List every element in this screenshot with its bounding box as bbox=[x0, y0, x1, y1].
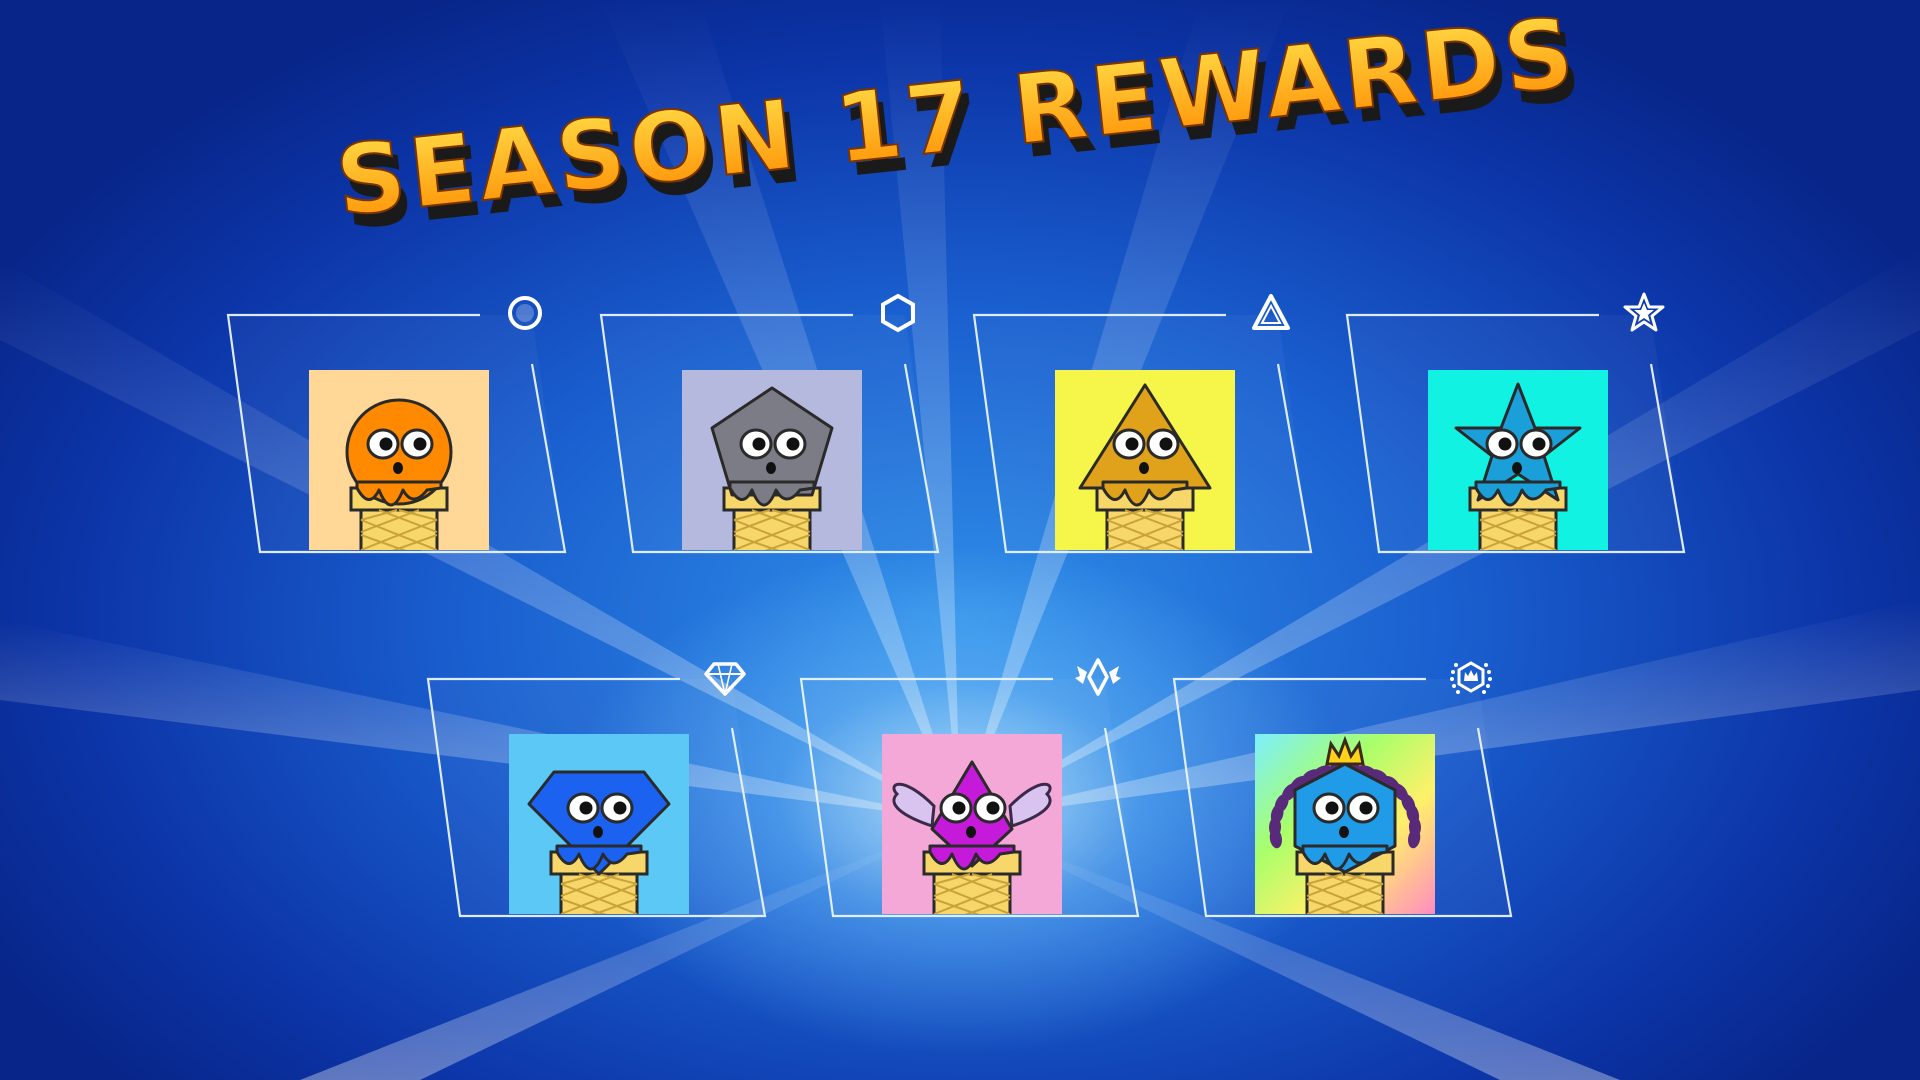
diamond-tier-icon bbox=[702, 654, 748, 700]
reward-avatar-portrait bbox=[882, 734, 1062, 914]
reward-avatar-portrait bbox=[509, 734, 689, 914]
reward-card-star[interactable] bbox=[1339, 292, 1719, 622]
season-title-text: SEASON 17 REWARDS bbox=[331, 0, 1583, 238]
hexagon-tier-icon bbox=[875, 290, 921, 336]
reward-card-diamond[interactable] bbox=[420, 662, 800, 986]
winged-diamond-tier-icon bbox=[1075, 654, 1121, 700]
crown-laurel-tier-icon bbox=[1448, 654, 1494, 700]
reward-avatar-portrait bbox=[1055, 370, 1235, 550]
triangle-tier-icon bbox=[1248, 290, 1294, 336]
reward-avatar-portrait bbox=[682, 370, 862, 550]
season-title: SEASON 17 REWARDS SEASON 17 REWARDS bbox=[0, 0, 1920, 280]
reward-avatar-portrait bbox=[1255, 734, 1435, 914]
reward-avatar-portrait bbox=[309, 370, 489, 550]
reward-avatar-portrait bbox=[1428, 370, 1608, 550]
reward-card-triangle[interactable] bbox=[966, 294, 1346, 622]
reward-card-hexagon[interactable] bbox=[593, 293, 973, 622]
reward-card-circle[interactable] bbox=[220, 296, 600, 622]
reward-card-winged-diamond[interactable] bbox=[793, 658, 1173, 986]
star-tier-icon bbox=[1621, 290, 1667, 336]
reward-card-crown-laurel[interactable] bbox=[1166, 661, 1546, 986]
circle-tier-icon bbox=[502, 290, 548, 336]
